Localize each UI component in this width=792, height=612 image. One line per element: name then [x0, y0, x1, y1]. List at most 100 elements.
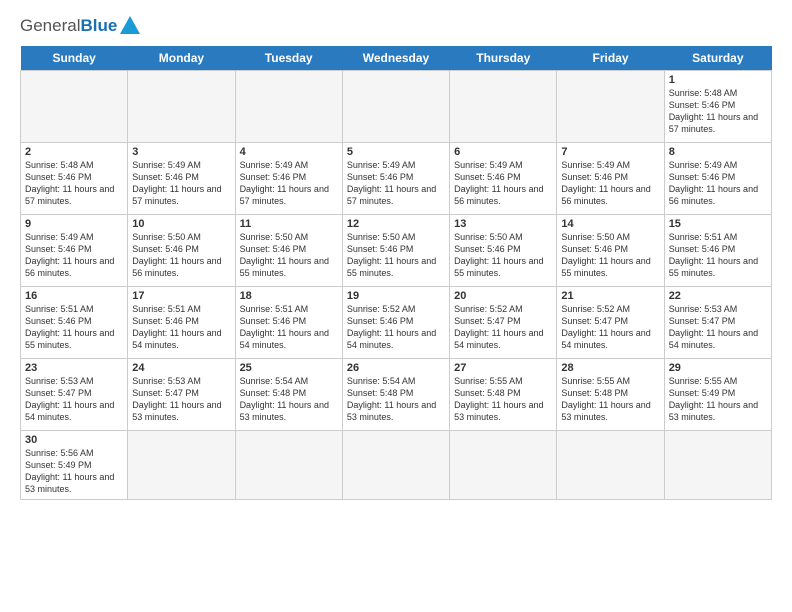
- calendar-cell: [128, 71, 235, 143]
- calendar-cell: 16Sunrise: 5:51 AMSunset: 5:46 PMDayligh…: [21, 287, 128, 359]
- cell-info: Sunrise: 5:50 AMSunset: 5:46 PMDaylight:…: [132, 231, 230, 280]
- calendar-cell: 25Sunrise: 5:54 AMSunset: 5:48 PMDayligh…: [235, 359, 342, 431]
- date-number: 9: [25, 218, 123, 230]
- page: General Blue SundayMondayTuesdayWednesda…: [0, 0, 792, 510]
- calendar-cell: 13Sunrise: 5:50 AMSunset: 5:46 PMDayligh…: [450, 215, 557, 287]
- cell-info: Sunrise: 5:55 AMSunset: 5:49 PMDaylight:…: [669, 375, 767, 424]
- date-number: 7: [561, 146, 659, 158]
- cell-info: Sunrise: 5:49 AMSunset: 5:46 PMDaylight:…: [240, 159, 338, 208]
- calendar-cell: 14Sunrise: 5:50 AMSunset: 5:46 PMDayligh…: [557, 215, 664, 287]
- date-number: 11: [240, 218, 338, 230]
- day-header-tuesday: Tuesday: [235, 46, 342, 71]
- calendar-cell: 12Sunrise: 5:50 AMSunset: 5:46 PMDayligh…: [342, 215, 449, 287]
- calendar-cell: 21Sunrise: 5:52 AMSunset: 5:47 PMDayligh…: [557, 287, 664, 359]
- week-row-4: 16Sunrise: 5:51 AMSunset: 5:46 PMDayligh…: [21, 287, 772, 359]
- cell-info: Sunrise: 5:55 AMSunset: 5:48 PMDaylight:…: [454, 375, 552, 424]
- date-number: 16: [25, 290, 123, 302]
- calendar-cell: [235, 71, 342, 143]
- calendar-cell: [342, 71, 449, 143]
- calendar-cell: [128, 431, 235, 500]
- cell-info: Sunrise: 5:50 AMSunset: 5:46 PMDaylight:…: [347, 231, 445, 280]
- cell-info: Sunrise: 5:49 AMSunset: 5:46 PMDaylight:…: [454, 159, 552, 208]
- cell-info: Sunrise: 5:50 AMSunset: 5:46 PMDaylight:…: [454, 231, 552, 280]
- cell-info: Sunrise: 5:50 AMSunset: 5:46 PMDaylight:…: [240, 231, 338, 280]
- calendar-cell: [450, 431, 557, 500]
- calendar-cell: 22Sunrise: 5:53 AMSunset: 5:47 PMDayligh…: [664, 287, 771, 359]
- date-number: 2: [25, 146, 123, 158]
- calendar-cell: 11Sunrise: 5:50 AMSunset: 5:46 PMDayligh…: [235, 215, 342, 287]
- date-number: 4: [240, 146, 338, 158]
- calendar-body: 1Sunrise: 5:48 AMSunset: 5:46 PMDaylight…: [21, 71, 772, 500]
- calendar-cell: 4Sunrise: 5:49 AMSunset: 5:46 PMDaylight…: [235, 143, 342, 215]
- day-header-sunday: Sunday: [21, 46, 128, 71]
- calendar-cell: 26Sunrise: 5:54 AMSunset: 5:48 PMDayligh…: [342, 359, 449, 431]
- cell-info: Sunrise: 5:50 AMSunset: 5:46 PMDaylight:…: [561, 231, 659, 280]
- cell-info: Sunrise: 5:51 AMSunset: 5:46 PMDaylight:…: [669, 231, 767, 280]
- cell-info: Sunrise: 5:51 AMSunset: 5:46 PMDaylight:…: [25, 303, 123, 352]
- date-number: 15: [669, 218, 767, 230]
- date-number: 18: [240, 290, 338, 302]
- week-row-2: 2Sunrise: 5:48 AMSunset: 5:46 PMDaylight…: [21, 143, 772, 215]
- date-number: 30: [25, 434, 123, 446]
- date-number: 12: [347, 218, 445, 230]
- calendar-cell: [557, 71, 664, 143]
- date-number: 13: [454, 218, 552, 230]
- date-number: 23: [25, 362, 123, 374]
- calendar-cell: 1Sunrise: 5:48 AMSunset: 5:46 PMDaylight…: [664, 71, 771, 143]
- calendar-cell: 29Sunrise: 5:55 AMSunset: 5:49 PMDayligh…: [664, 359, 771, 431]
- day-header-wednesday: Wednesday: [342, 46, 449, 71]
- cell-info: Sunrise: 5:51 AMSunset: 5:46 PMDaylight:…: [132, 303, 230, 352]
- cell-info: Sunrise: 5:53 AMSunset: 5:47 PMDaylight:…: [132, 375, 230, 424]
- calendar-table: SundayMondayTuesdayWednesdayThursdayFrid…: [20, 46, 772, 500]
- date-number: 21: [561, 290, 659, 302]
- date-number: 22: [669, 290, 767, 302]
- header: General Blue: [20, 16, 772, 36]
- date-number: 3: [132, 146, 230, 158]
- calendar-cell: 5Sunrise: 5:49 AMSunset: 5:46 PMDaylight…: [342, 143, 449, 215]
- calendar-cell: 10Sunrise: 5:50 AMSunset: 5:46 PMDayligh…: [128, 215, 235, 287]
- calendar-cell: [664, 431, 771, 500]
- cell-info: Sunrise: 5:53 AMSunset: 5:47 PMDaylight:…: [669, 303, 767, 352]
- week-row-1: 1Sunrise: 5:48 AMSunset: 5:46 PMDaylight…: [21, 71, 772, 143]
- date-number: 26: [347, 362, 445, 374]
- cell-info: Sunrise: 5:48 AMSunset: 5:46 PMDaylight:…: [669, 87, 767, 136]
- cell-info: Sunrise: 5:53 AMSunset: 5:47 PMDaylight:…: [25, 375, 123, 424]
- calendar-cell: 28Sunrise: 5:55 AMSunset: 5:48 PMDayligh…: [557, 359, 664, 431]
- calendar-cell: [235, 431, 342, 500]
- day-header-friday: Friday: [557, 46, 664, 71]
- calendar-cell: 9Sunrise: 5:49 AMSunset: 5:46 PMDaylight…: [21, 215, 128, 287]
- date-number: 6: [454, 146, 552, 158]
- cell-info: Sunrise: 5:56 AMSunset: 5:49 PMDaylight:…: [25, 447, 123, 496]
- day-header-monday: Monday: [128, 46, 235, 71]
- calendar-cell: [342, 431, 449, 500]
- date-number: 19: [347, 290, 445, 302]
- cell-info: Sunrise: 5:49 AMSunset: 5:46 PMDaylight:…: [347, 159, 445, 208]
- logo-blue-text: Blue: [80, 16, 117, 36]
- calendar-cell: 17Sunrise: 5:51 AMSunset: 5:46 PMDayligh…: [128, 287, 235, 359]
- week-row-6: 30Sunrise: 5:56 AMSunset: 5:49 PMDayligh…: [21, 431, 772, 500]
- cell-info: Sunrise: 5:55 AMSunset: 5:48 PMDaylight:…: [561, 375, 659, 424]
- calendar-cell: 8Sunrise: 5:49 AMSunset: 5:46 PMDaylight…: [664, 143, 771, 215]
- cell-info: Sunrise: 5:52 AMSunset: 5:47 PMDaylight:…: [454, 303, 552, 352]
- day-headers-row: SundayMondayTuesdayWednesdayThursdayFrid…: [21, 46, 772, 71]
- date-number: 10: [132, 218, 230, 230]
- date-number: 8: [669, 146, 767, 158]
- calendar-cell: 19Sunrise: 5:52 AMSunset: 5:46 PMDayligh…: [342, 287, 449, 359]
- cell-info: Sunrise: 5:52 AMSunset: 5:46 PMDaylight:…: [347, 303, 445, 352]
- date-number: 17: [132, 290, 230, 302]
- date-number: 5: [347, 146, 445, 158]
- date-number: 28: [561, 362, 659, 374]
- cell-info: Sunrise: 5:54 AMSunset: 5:48 PMDaylight:…: [347, 375, 445, 424]
- cell-info: Sunrise: 5:52 AMSunset: 5:47 PMDaylight:…: [561, 303, 659, 352]
- date-number: 27: [454, 362, 552, 374]
- calendar-cell: 2Sunrise: 5:48 AMSunset: 5:46 PMDaylight…: [21, 143, 128, 215]
- cell-info: Sunrise: 5:49 AMSunset: 5:46 PMDaylight:…: [132, 159, 230, 208]
- date-number: 14: [561, 218, 659, 230]
- logo: General Blue: [20, 16, 140, 36]
- calendar-cell: 23Sunrise: 5:53 AMSunset: 5:47 PMDayligh…: [21, 359, 128, 431]
- calendar-cell: 3Sunrise: 5:49 AMSunset: 5:46 PMDaylight…: [128, 143, 235, 215]
- calendar-cell: 7Sunrise: 5:49 AMSunset: 5:46 PMDaylight…: [557, 143, 664, 215]
- calendar-cell: 27Sunrise: 5:55 AMSunset: 5:48 PMDayligh…: [450, 359, 557, 431]
- calendar-cell: 18Sunrise: 5:51 AMSunset: 5:46 PMDayligh…: [235, 287, 342, 359]
- calendar-cell: [557, 431, 664, 500]
